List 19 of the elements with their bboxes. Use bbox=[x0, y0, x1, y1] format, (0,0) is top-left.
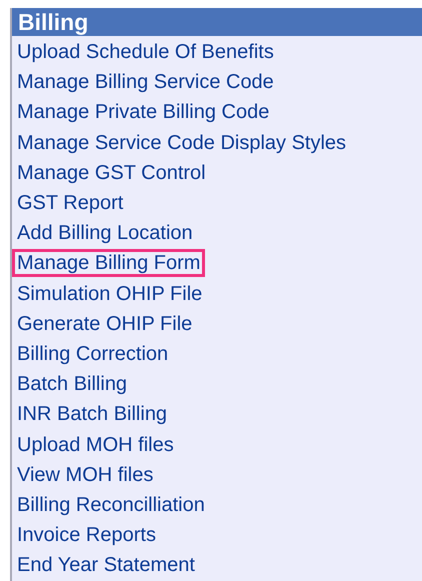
menu-link[interactable]: Billing Reconcilliation bbox=[12, 490, 210, 519]
section-header: Billing bbox=[12, 8, 422, 36]
menu-link[interactable]: View MOH files bbox=[12, 460, 158, 489]
menu-link[interactable]: Manage Billing Form bbox=[12, 249, 206, 278]
menu-link[interactable]: Invoice Reports bbox=[12, 521, 161, 550]
menu-link[interactable]: Upload Schedule Of Benefits bbox=[12, 38, 279, 66]
menu-link[interactable]: Generate OHIP File bbox=[12, 310, 198, 338]
menu-link[interactable]: Upload MOH files bbox=[12, 430, 179, 459]
menu-link[interactable]: Simulation OHIP File bbox=[12, 280, 208, 308]
menu-link[interactable]: Batch Billing bbox=[12, 370, 132, 398]
menu-link[interactable]: End Year Statement bbox=[12, 551, 200, 580]
menu-link[interactable]: Manage Billing Service Code bbox=[12, 68, 279, 96]
menu-link[interactable]: Manage Private Billing Code bbox=[12, 98, 274, 126]
menu-link[interactable]: Manage GST Control bbox=[12, 158, 211, 187]
menu-link[interactable]: Billing Correction bbox=[12, 340, 174, 368]
menu-link[interactable]: Manage Service Code Display Styles bbox=[12, 128, 352, 157]
menu-link[interactable]: GST Report bbox=[12, 189, 128, 218]
menu-link[interactable]: INR Batch Billing bbox=[12, 400, 172, 428]
menu-link[interactable]: Add Billing Location bbox=[12, 219, 198, 248]
